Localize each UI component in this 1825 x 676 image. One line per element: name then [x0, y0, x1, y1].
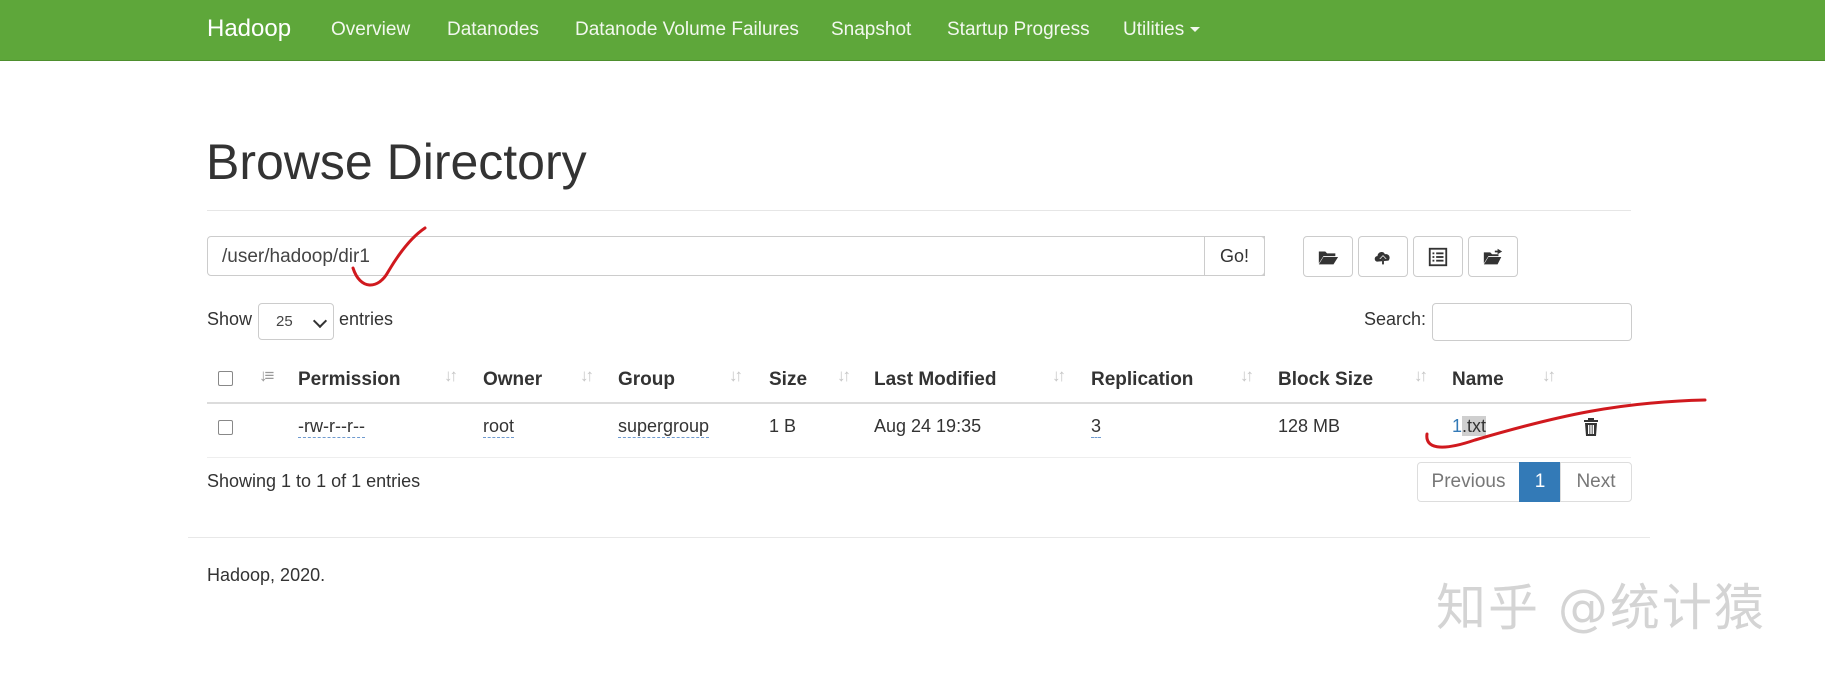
col-permission[interactable]: Permission [298, 369, 400, 391]
file-name-link[interactable]: 1.txt [1452, 416, 1487, 437]
sort-icon[interactable]: ↓↑ [444, 366, 458, 386]
search-input[interactable] [1432, 303, 1632, 341]
col-block-size[interactable]: Block Size [1278, 369, 1373, 391]
page-1-button[interactable]: 1 [1519, 462, 1561, 502]
file-name-prefix: 1 [1452, 416, 1463, 436]
nav-startup-progress[interactable]: Startup Progress [947, 19, 1090, 41]
last-modified-cell: Aug 24 19:35 [874, 416, 982, 436]
directory-path-input[interactable]: /user/hadoop/dir1 [207, 236, 1265, 276]
create-directory-button[interactable] [1303, 236, 1353, 277]
upload-button[interactable] [1358, 236, 1408, 277]
page-size-select[interactable]: 25 [258, 303, 334, 340]
nav-utilities-label: Utilities [1123, 19, 1185, 40]
sort-icon[interactable]: ↓↑ [1052, 366, 1066, 386]
go-button[interactable]: Go! [1204, 236, 1265, 276]
brand-link[interactable]: Hadoop [207, 15, 291, 43]
table-header-divider [207, 402, 1631, 404]
nav-utilities-dropdown[interactable]: Utilities [1123, 19, 1201, 41]
nav-overview[interactable]: Overview [331, 19, 410, 41]
caret-down-icon [1190, 27, 1201, 33]
sort-icon[interactable]: ↓↑ [1542, 366, 1556, 386]
page-title: Browse Directory [206, 134, 587, 190]
col-name[interactable]: Name [1452, 369, 1504, 391]
footer-divider [188, 537, 1650, 538]
owner-cell[interactable]: root [483, 416, 515, 438]
col-group[interactable]: Group [618, 369, 675, 391]
footer-text: Hadoop, 2020. [207, 565, 326, 585]
trash-icon[interactable] [1582, 418, 1600, 436]
chevron-down-icon [312, 313, 328, 329]
page-size-value: 25 [276, 313, 293, 330]
previous-page-button[interactable]: Previous [1417, 462, 1520, 502]
sort-icon[interactable]: ↓≡ [259, 366, 275, 386]
col-size[interactable]: Size [769, 369, 807, 391]
sort-icon[interactable]: ↓↑ [837, 366, 851, 386]
upload-icon [1374, 251, 1390, 265]
entries-summary: Showing 1 to 1 of 1 entries [207, 471, 421, 491]
entries-label: entries [339, 309, 394, 329]
block-size-cell: 128 MB [1278, 416, 1341, 436]
file-name-suffix: .txt [1462, 416, 1487, 436]
zhihu-watermark: 知乎 @统计猿 [1436, 579, 1766, 637]
top-navbar: Hadoop Overview Datanodes Datanode Volum… [0, 0, 1825, 61]
col-last-modified[interactable]: Last Modified [874, 369, 996, 391]
search-label: Search: [1364, 309, 1427, 329]
sort-icon[interactable]: ↓↑ [580, 366, 594, 386]
select-all-checkbox[interactable] [218, 371, 233, 386]
nav-snapshot[interactable]: Snapshot [831, 19, 911, 41]
move-button[interactable] [1468, 236, 1518, 277]
size-cell: 1 B [769, 416, 797, 436]
group-cell[interactable]: supergroup [618, 416, 710, 438]
sort-icon[interactable]: ↓↑ [1414, 366, 1428, 386]
next-page-button[interactable]: Next [1560, 462, 1632, 502]
col-owner[interactable]: Owner [483, 369, 542, 391]
permission-cell[interactable]: -rw-r--r-- [298, 416, 365, 438]
view-list-button[interactable] [1413, 236, 1463, 277]
row-checkbox[interactable] [218, 420, 233, 435]
row-divider [207, 457, 1631, 458]
sort-icon[interactable]: ↓↑ [729, 366, 743, 386]
folder-move-icon [1483, 248, 1503, 264]
nav-datanode-volume-failures[interactable]: Datanode Volume Failures [575, 19, 799, 41]
nav-datanodes[interactable]: Datanodes [447, 19, 539, 41]
show-label: Show [207, 309, 253, 329]
folder-open-icon [1318, 251, 1339, 264]
col-replication[interactable]: Replication [1091, 369, 1193, 391]
list-alt-icon [1428, 247, 1448, 266]
sort-icon[interactable]: ↓↑ [1240, 366, 1254, 386]
replication-cell[interactable]: 3 [1091, 416, 1102, 438]
title-divider [207, 210, 1631, 211]
